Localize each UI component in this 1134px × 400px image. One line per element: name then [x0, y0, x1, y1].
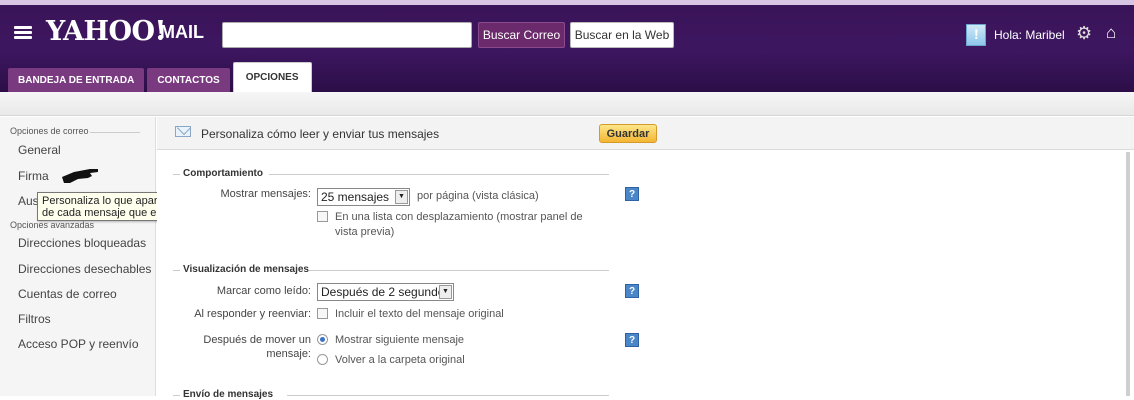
pointing-hand-icon	[62, 169, 98, 183]
sidebar-item-filters[interactable]: Filtros	[18, 312, 51, 326]
mark-read-value: Después de 2 segundos	[321, 285, 451, 299]
section-rule	[173, 270, 180, 271]
sidebar-divider	[90, 132, 140, 133]
notification-flag-icon[interactable]	[966, 24, 986, 46]
header-top-strip	[0, 0, 1134, 5]
sidebar-item-mail-accounts[interactable]: Cuentas de correo	[18, 287, 117, 301]
menu-icon[interactable]	[14, 26, 32, 40]
sidebar-item-blocked-addresses[interactable]: Direcciones bloqueadas	[18, 236, 146, 250]
mark-read-select[interactable]: Después de 2 segundos ▼	[317, 283, 454, 301]
options-header: Personaliza cómo leer y enviar tus mensa…	[157, 117, 1134, 150]
tab-options[interactable]: OPCIONES	[232, 62, 312, 92]
options-content: Comportamiento Mostrar mensajes: 25 mens…	[157, 151, 1134, 400]
show-messages-label: Mostrar mensajes:	[220, 188, 311, 200]
mail-logo-text: MAIL	[160, 22, 204, 42]
tab-inbox[interactable]: BANDEJA DE ENTRADA	[8, 68, 145, 92]
section-title-viewing: Visualización de mensajes	[183, 264, 309, 275]
yahoo-logo[interactable]: YAHOO!	[46, 16, 166, 47]
options-sidebar: Opciones de correo General Firma Aus Opc…	[0, 117, 156, 396]
search-input[interactable]	[222, 22, 472, 48]
search-mail-button[interactable]: Buscar Correo	[478, 22, 565, 48]
save-button[interactable]: Guardar	[599, 124, 657, 143]
scroll-list-text: En una lista con desplazamiento (mostrar…	[335, 211, 583, 238]
help-icon[interactable]: ?	[625, 333, 639, 347]
help-icon[interactable]: ?	[625, 187, 639, 201]
gear-icon[interactable]: ⚙	[1076, 24, 1094, 42]
user-greeting[interactable]: Hola: Maribel	[994, 28, 1065, 42]
page-title: Personaliza cómo leer y enviar tus mensa…	[201, 127, 440, 141]
search-web-button[interactable]: Buscar en la Web	[570, 22, 674, 48]
sub-toolbar	[0, 92, 1134, 116]
section-rule	[269, 174, 609, 175]
per-page-text: por página (vista clásica)	[417, 190, 539, 202]
sidebar-item-pop-forwarding[interactable]: Acceso POP y reenvío	[18, 337, 139, 351]
reply-label: Al responder y reenviar:	[194, 308, 311, 320]
show-next-text: Mostrar siguiente mensaje	[335, 334, 465, 346]
header-bar: YAHOO! MAIL Buscar Correo Buscar en la W…	[0, 0, 1134, 92]
section-title-sending: Envío de mensajes	[183, 389, 274, 400]
section-title-behavior: Comportamiento	[183, 168, 263, 179]
section-rule	[173, 174, 180, 175]
return-folder-radio[interactable]	[317, 354, 328, 365]
chevron-down-icon: ▼	[439, 285, 452, 299]
home-icon[interactable]: ⌂	[1106, 24, 1124, 42]
after-move-label: Después de mover un mensaje:	[203, 334, 311, 360]
chevron-down-icon: ▼	[395, 190, 408, 204]
return-folder-text: Volver a la carpeta original	[335, 354, 465, 366]
mark-read-label: Marcar como leído:	[216, 285, 311, 297]
sidebar-section-advanced: Opciones avanzadas	[10, 220, 95, 230]
page-scrollbar[interactable]	[1126, 152, 1130, 396]
tab-contacts[interactable]: CONTACTOS	[147, 68, 230, 92]
messages-per-page-value: 25 mensajes	[321, 190, 390, 204]
sidebar-item-general[interactable]: General	[18, 143, 61, 157]
envelope-icon	[175, 126, 191, 137]
main-tabs: BANDEJA DE ENTRADA CONTACTOS OPCIONES	[8, 62, 315, 92]
show-next-radio[interactable]	[317, 334, 328, 345]
help-icon[interactable]: ?	[625, 284, 639, 298]
include-original-checkbox[interactable]	[317, 308, 328, 319]
sidebar-section-mail-options: Opciones de correo	[10, 126, 89, 136]
sidebar-item-vacation[interactable]: Aus	[18, 194, 39, 208]
sidebar-item-disposable-addresses[interactable]: Direcciones desechables	[18, 262, 151, 276]
sidebar-item-signature[interactable]: Firma	[18, 169, 49, 183]
include-original-text: Incluir el texto del mensaje original	[335, 308, 504, 320]
messages-per-page-select[interactable]: 25 mensajes ▼	[317, 188, 410, 206]
scroll-list-checkbox[interactable]	[317, 211, 328, 222]
section-rule	[309, 270, 609, 271]
